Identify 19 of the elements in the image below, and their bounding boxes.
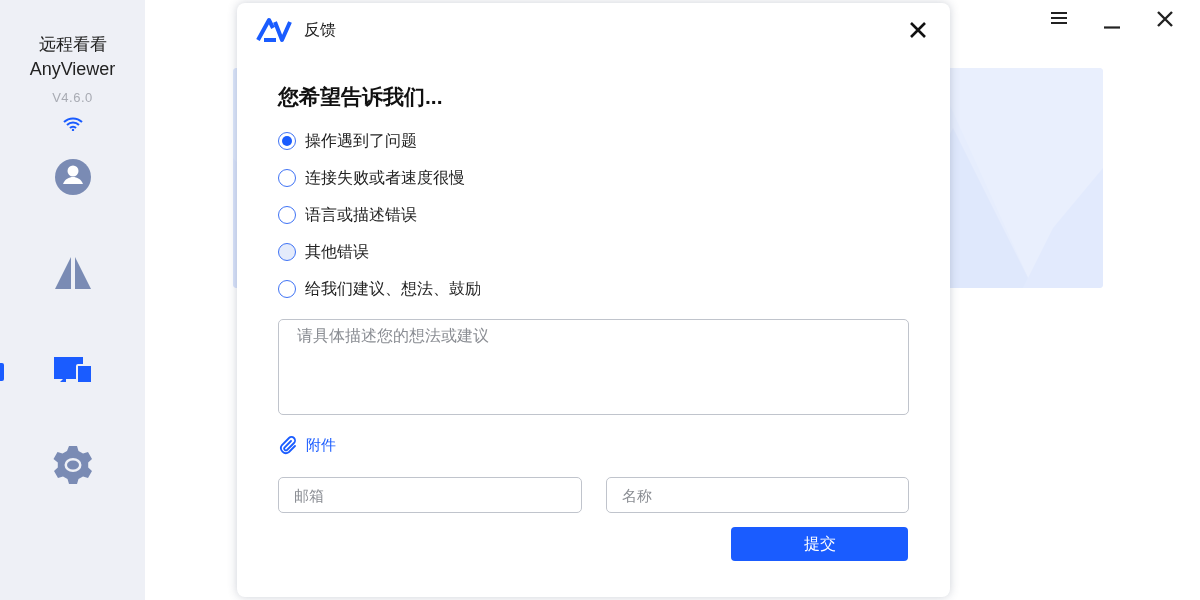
radio-option[interactable]: 连接失败或者速度很慢 — [278, 166, 465, 190]
app-brand: AnyViewer — [29, 58, 116, 81]
description-field[interactable]: 请具体描述您的想法或建议 — [278, 319, 909, 415]
question-heading: 您希望告诉我们... — [278, 84, 444, 110]
radio-option[interactable]: 其他错误 — [278, 240, 369, 264]
radio-option[interactable]: 操作遇到了问题 — [278, 129, 417, 153]
logo-icon — [256, 16, 292, 44]
email-field[interactable]: 邮箱 — [278, 477, 582, 513]
name-field[interactable]: 名称 — [605, 477, 909, 513]
radio-option[interactable]: 语言或描述错误 — [278, 203, 417, 227]
dialog-title: 反馈 — [304, 19, 337, 40]
version-label: V4.6.0 — [52, 90, 93, 105]
paperclip-icon — [278, 435, 298, 455]
minimize-icon — [1104, 25, 1120, 29]
radio-option[interactable]: 给我们建议、想法、鼓励 — [278, 277, 481, 301]
submit-button[interactable]: 提交 — [731, 527, 908, 561]
attachment-link[interactable]: 附件 — [278, 435, 336, 455]
wifi-icon — [61, 117, 84, 131]
app-name: 远程看看 — [38, 34, 107, 56]
